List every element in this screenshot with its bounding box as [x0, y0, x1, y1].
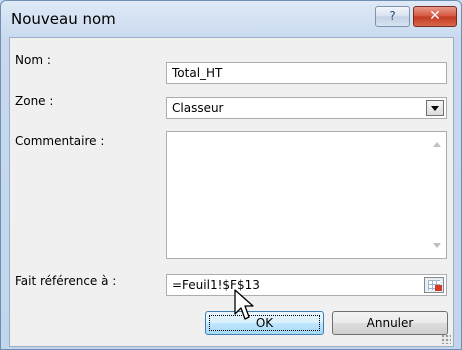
zone-label: Zone :: [15, 94, 54, 108]
scroll-up-arrow-icon[interactable]: [433, 142, 441, 147]
help-button[interactable]: ?: [375, 6, 410, 27]
reference-input[interactable]: =Feuil1!$F$13: [166, 274, 447, 296]
dialog-body: Nom : Total_HT Zone : Classeur Commentai…: [9, 37, 454, 347]
chevron-down-icon: [431, 105, 439, 111]
range-selector-marker: [435, 285, 442, 291]
name-input[interactable]: Total_HT: [166, 62, 447, 84]
ok-focus-rect: [209, 315, 320, 331]
range-selector-button[interactable]: [424, 277, 444, 293]
close-button[interactable]: ✕: [413, 6, 457, 27]
zone-dropdown-button[interactable]: [426, 100, 444, 116]
scroll-down-arrow-icon[interactable]: [433, 243, 441, 248]
dialog-title: Nouveau nom: [11, 10, 116, 28]
dialog-window: Nouveau nom ? ✕ Nom : Total_HT Zone : Cl…: [0, 0, 462, 350]
ok-button[interactable]: OK: [205, 311, 324, 335]
zone-select[interactable]: Classeur: [166, 97, 447, 119]
comment-label: Commentaire :: [15, 134, 105, 148]
comment-scrollbar[interactable]: [429, 132, 446, 258]
name-label: Nom :: [15, 53, 51, 67]
comment-textarea[interactable]: [166, 131, 447, 259]
resize-grip[interactable]: [441, 334, 451, 344]
zone-select-value: Classeur: [172, 101, 224, 115]
reference-label: Fait référence à :: [15, 274, 117, 288]
cancel-button[interactable]: Annuler: [332, 311, 448, 335]
mouse-pointer-icon: [234, 289, 254, 320]
